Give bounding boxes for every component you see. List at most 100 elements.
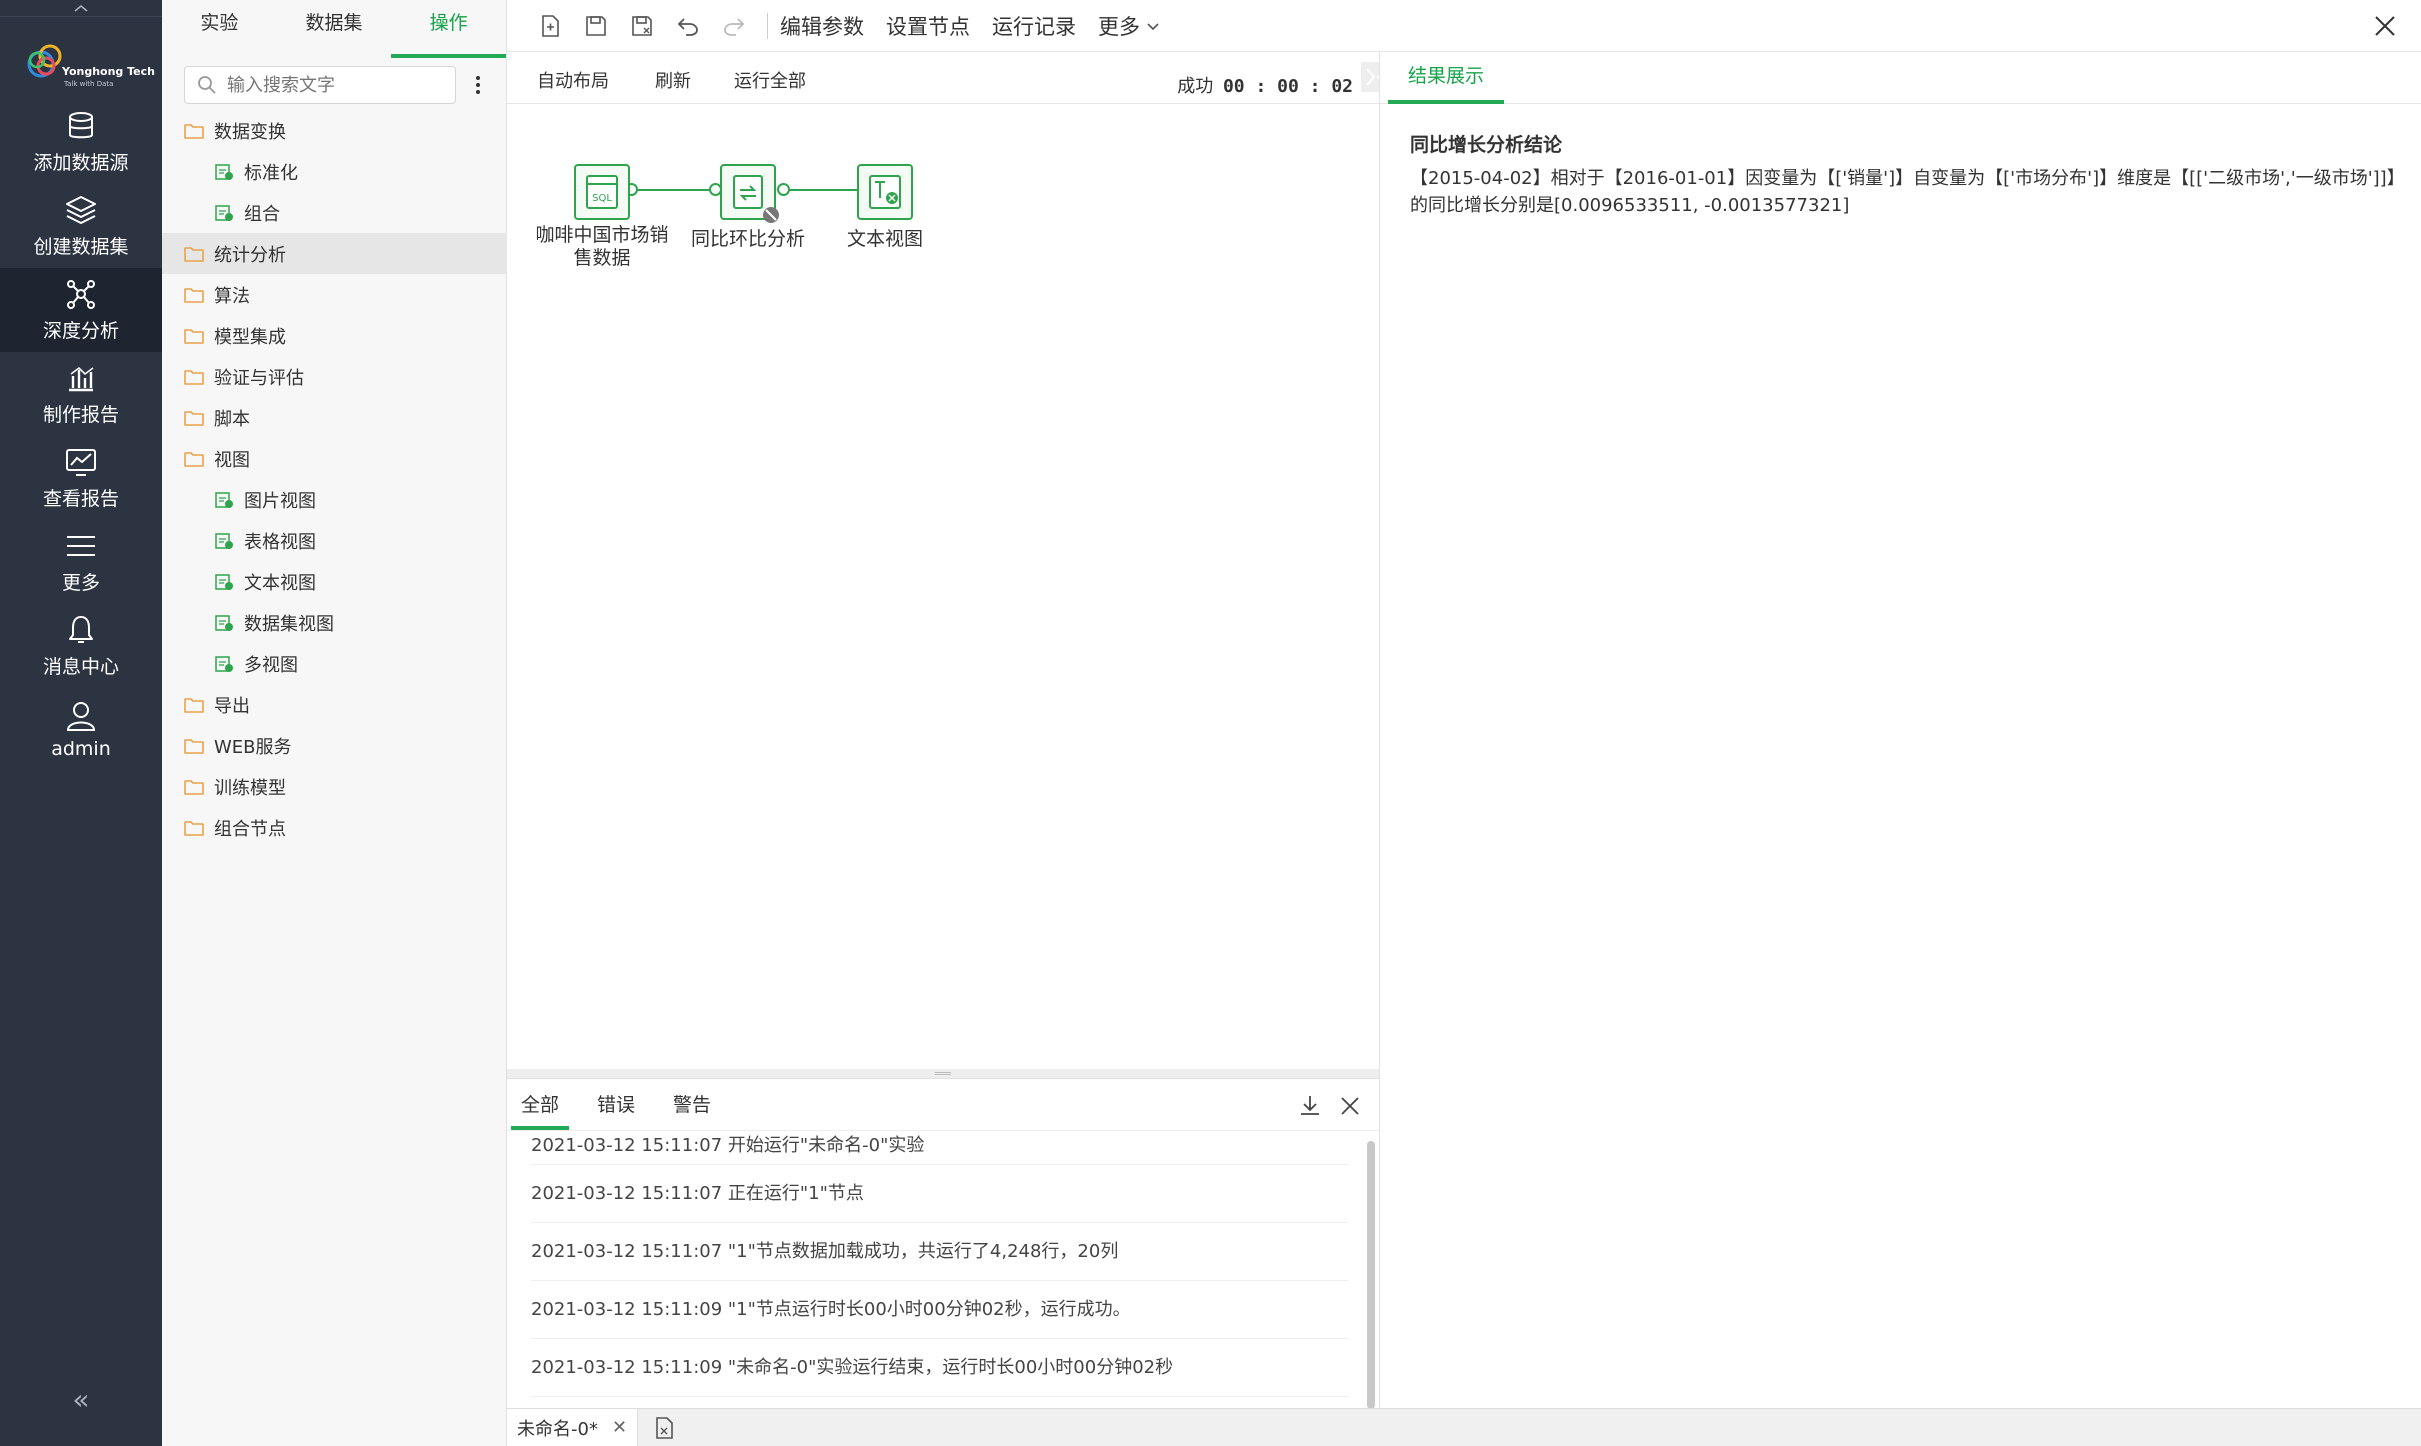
run-all-button[interactable]: 运行全部 xyxy=(734,67,806,93)
redo-button[interactable] xyxy=(711,0,757,52)
image-view-icon xyxy=(215,491,233,508)
bar-chart-icon xyxy=(69,366,94,391)
tab-dataset[interactable]: 数据集 xyxy=(277,0,392,58)
splitter-grip xyxy=(935,1072,951,1075)
document-tab[interactable]: 未命名-0* ✕ xyxy=(507,1408,639,1446)
new-document-icon[interactable] xyxy=(652,1416,676,1440)
network-icon xyxy=(67,279,95,309)
tree-item[interactable]: 多视图 xyxy=(162,643,507,684)
tree-item[interactable]: 标准化 xyxy=(162,151,507,192)
menu-icon xyxy=(67,535,95,556)
edit-params-button[interactable]: 编辑参数 xyxy=(780,11,864,41)
log-line: 2021-03-12 15:11:07 正在运行"1"节点 xyxy=(531,1165,1348,1223)
nav-create-dataset[interactable]: 创建数据集 xyxy=(0,184,162,268)
auto-layout-button[interactable]: 自动布局 xyxy=(537,67,609,93)
collapse-up-button[interactable] xyxy=(0,0,162,17)
search-input[interactable] xyxy=(227,74,427,96)
workflow-node-yoy[interactable]: 同比环比分析 xyxy=(683,164,813,251)
result-text: 【2015-04-02】相对于【2016-01-01】因变量为【['销量']】自… xyxy=(1410,168,2405,216)
tree-folder[interactable]: 组合节点 xyxy=(162,807,507,848)
tree-label: 标准化 xyxy=(244,162,298,184)
folder-icon xyxy=(184,369,204,385)
tree-folder[interactable]: 导出 xyxy=(162,684,507,725)
tree-folder[interactable]: 验证与评估 xyxy=(162,356,507,397)
nav-message-center[interactable]: 消息中心 xyxy=(0,604,162,688)
close-tab-icon[interactable]: ✕ xyxy=(612,1417,627,1438)
tree-item[interactable]: 表格视图 xyxy=(162,520,507,561)
result-panel: 结果展示 同比增长分析结论 【2015-04-02】相对于【2016-01-01… xyxy=(1379,52,2421,1408)
workflow-canvas[interactable]: SQL 咖啡中国市场销售数据 同比环比分析 文本视图 xyxy=(507,104,1379,1069)
undo-button[interactable] xyxy=(665,0,711,52)
brand-name: Yonghong Tech xyxy=(62,65,155,78)
folder-icon xyxy=(184,328,204,344)
workflow-node-sql[interactable]: SQL 咖啡中国市场销售数据 xyxy=(529,164,675,270)
save-as-button[interactable] xyxy=(619,0,665,52)
tree-folder[interactable]: 算法 xyxy=(162,274,507,315)
close-log-icon[interactable] xyxy=(1337,1093,1363,1119)
tree-folder[interactable]: 模型集成 xyxy=(162,315,507,356)
tree-folder[interactable]: 脚本 xyxy=(162,397,507,438)
tab-log-errors[interactable]: 错误 xyxy=(597,1079,635,1130)
nav-view-report[interactable]: 查看报告 xyxy=(0,436,162,520)
tree-folder[interactable]: 训练模型 xyxy=(162,766,507,807)
nav-add-datasource[interactable]: 添加数据源 xyxy=(0,100,162,184)
tab-result-display[interactable]: 结果展示 xyxy=(1388,52,1505,104)
tree-folder[interactable]: 数据变换 xyxy=(162,110,507,151)
nav-label: 消息中心 xyxy=(42,655,119,678)
sql-node-icon: SQL xyxy=(586,175,618,209)
tab-log-all[interactable]: 全部 xyxy=(511,1079,570,1130)
collapse-nav-button[interactable]: « xyxy=(0,1383,162,1416)
set-node-button[interactable]: 设置节点 xyxy=(886,11,970,41)
top-toolbar: 编辑参数 设置节点 运行记录 更多 xyxy=(507,0,2421,52)
node-box xyxy=(720,164,779,223)
tree-item[interactable]: 数据集视图 xyxy=(162,602,507,643)
node-box: SQL xyxy=(574,164,630,220)
line-chart-icon xyxy=(66,448,96,476)
dataset-view-icon xyxy=(215,614,233,631)
new-file-icon xyxy=(542,14,559,37)
folder-icon xyxy=(184,287,204,303)
nav-user-admin[interactable]: admin xyxy=(0,688,162,772)
tree-folder[interactable]: WEB服务 xyxy=(162,725,507,766)
folder-icon xyxy=(184,820,204,836)
tree-item[interactable]: 文本视图 xyxy=(162,561,507,602)
brand-logo[interactable]: Yonghong Tech Talk with Data xyxy=(24,38,155,94)
tree-label: 组合节点 xyxy=(214,818,286,840)
tree-folder[interactable]: 视图 xyxy=(162,438,507,479)
nav-label: 深度分析 xyxy=(42,319,119,342)
standardize-icon xyxy=(215,163,233,180)
user-icon xyxy=(66,702,96,731)
log-scrollbar[interactable] xyxy=(1367,1141,1375,1409)
tree-label: 多视图 xyxy=(244,654,298,676)
more-dropdown[interactable]: 更多 xyxy=(1098,11,1160,41)
tree-label: 模型集成 xyxy=(214,326,286,348)
close-icon[interactable] xyxy=(2371,12,2399,40)
tree-folder[interactable]: 统计分析 xyxy=(162,233,507,274)
run-history-button[interactable]: 运行记录 xyxy=(992,11,1076,41)
log-lines: 2021-03-12 15:11:07 开始运行"未命名-0"实验 2021-0… xyxy=(507,1131,1362,1409)
nav-make-report[interactable]: 制作报告 xyxy=(0,352,162,436)
workflow-node-text-view[interactable]: 文本视图 xyxy=(837,164,933,251)
search-icon xyxy=(198,76,216,94)
layers-icon xyxy=(66,195,96,224)
run-status-time: 00 : 00 : 02 xyxy=(1222,76,1353,97)
run-status-label: 成功 xyxy=(1177,76,1214,97)
tree-label: 数据集视图 xyxy=(244,613,334,635)
download-icon[interactable] xyxy=(1297,1093,1323,1119)
tree-label: 导出 xyxy=(214,695,250,717)
refresh-button[interactable]: 刷新 xyxy=(655,67,691,93)
panel-splitter[interactable] xyxy=(507,1069,1379,1078)
new-file-button[interactable] xyxy=(527,0,573,52)
tree-item[interactable]: 图片视图 xyxy=(162,479,507,520)
nav-more[interactable]: 更多 xyxy=(0,520,162,604)
save-button[interactable] xyxy=(573,0,619,52)
tab-operations[interactable]: 操作 xyxy=(391,0,507,58)
more-options-icon[interactable] xyxy=(468,73,488,97)
result-tabs: 结果展示 xyxy=(1380,52,2421,104)
tree-item[interactable]: 组合 xyxy=(162,192,507,233)
tree-label: 组合 xyxy=(244,203,280,225)
nav-deep-analysis[interactable]: 深度分析 xyxy=(0,268,162,352)
canvas-toolbar: 自动布局 刷新 运行全部 成功 00 : 00 : 02 xyxy=(507,52,1391,104)
tab-log-warnings[interactable]: 警告 xyxy=(673,1079,711,1130)
tab-experiment[interactable]: 实验 xyxy=(162,0,277,58)
